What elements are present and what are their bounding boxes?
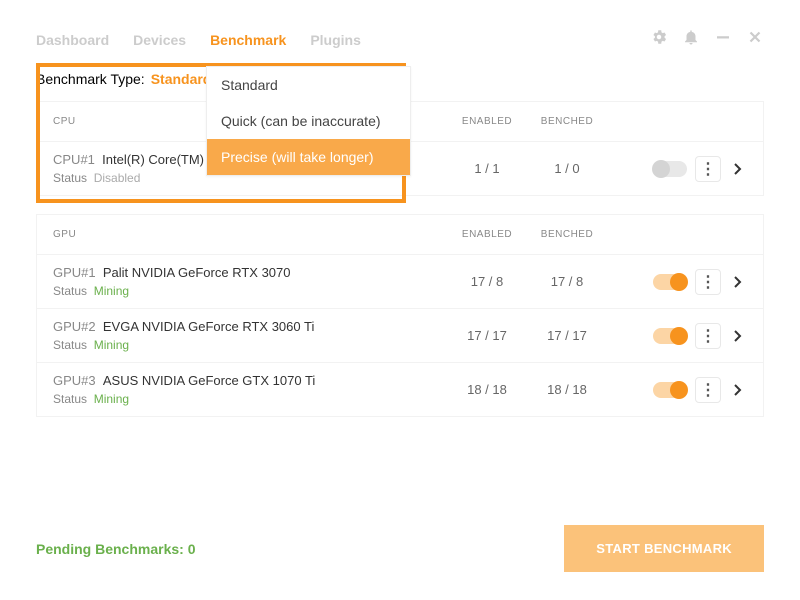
expand-icon[interactable] xyxy=(729,163,747,175)
status-value: Mining xyxy=(94,284,129,298)
device-menu-button[interactable]: ⋮ xyxy=(695,377,721,403)
device-menu-button[interactable]: ⋮ xyxy=(695,269,721,295)
benchmark-type-value[interactable]: Standard xyxy=(151,71,212,87)
device-id: GPU#3 xyxy=(53,373,96,388)
status-label: Status xyxy=(53,171,87,185)
status-value: Mining xyxy=(94,392,129,406)
benched-value: 18 / 18 xyxy=(527,382,607,397)
device-row-gpu3: GPU#3 ASUS NVIDIA GeForce GTX 1070 Ti St… xyxy=(36,363,764,417)
dropdown-option-precise[interactable]: Precise (will take longer) xyxy=(207,139,410,175)
device-id: CPU#1 xyxy=(53,152,95,167)
status-label: Status xyxy=(53,392,87,406)
tab-devices[interactable]: Devices xyxy=(133,32,186,48)
dropdown-option-quick[interactable]: Quick (can be inaccurate) xyxy=(207,103,410,139)
benched-value: 1 / 0 xyxy=(527,161,607,176)
status-label: Status xyxy=(53,338,87,352)
benchmark-type-label: Benchmark Type: xyxy=(36,71,145,87)
start-benchmark-button[interactable]: START BENCHMARK xyxy=(564,525,764,572)
benchmark-type-row: Benchmark Type: Standard Standard Quick … xyxy=(36,71,764,87)
topbar: Dashboard Devices Benchmark Plugins xyxy=(36,28,764,51)
status-value: Disabled xyxy=(94,171,141,185)
device-toggle[interactable] xyxy=(653,382,687,398)
gear-icon[interactable] xyxy=(650,28,668,51)
device-toggle[interactable] xyxy=(653,328,687,344)
device-id: GPU#2 xyxy=(53,319,96,334)
dropdown-option-standard[interactable]: Standard xyxy=(207,67,410,103)
enabled-value: 17 / 8 xyxy=(447,274,527,289)
expand-icon[interactable] xyxy=(729,276,747,288)
col-header-device: GPU xyxy=(53,229,447,240)
col-header-enabled: ENABLED xyxy=(447,116,527,127)
device-row-gpu1: GPU#1 Palit NVIDIA GeForce RTX 3070 Stat… xyxy=(36,255,764,309)
device-name: Palit NVIDIA GeForce RTX 3070 xyxy=(103,265,291,280)
device-name: Intel(R) Core(TM) i5 xyxy=(102,152,218,167)
tab-plugins[interactable]: Plugins xyxy=(310,32,361,48)
device-toggle[interactable] xyxy=(653,161,687,177)
tab-benchmark[interactable]: Benchmark xyxy=(210,32,286,48)
col-header-enabled: ENABLED xyxy=(447,229,527,240)
tab-dashboard[interactable]: Dashboard xyxy=(36,32,109,48)
pending-benchmarks: Pending Benchmarks: 0 xyxy=(36,541,196,557)
device-row-gpu2: GPU#2 EVGA NVIDIA GeForce RTX 3060 Ti St… xyxy=(36,309,764,363)
device-name: EVGA NVIDIA GeForce RTX 3060 Ti xyxy=(103,319,314,334)
col-header-benched: BENCHED xyxy=(527,116,607,127)
expand-icon[interactable] xyxy=(729,330,747,342)
enabled-value: 17 / 17 xyxy=(447,328,527,343)
status-value: Mining xyxy=(94,338,129,352)
benchmark-type-dropdown[interactable]: Standard Quick (can be inaccurate) Preci… xyxy=(206,66,411,176)
col-header-benched: BENCHED xyxy=(527,229,607,240)
tab-list: Dashboard Devices Benchmark Plugins xyxy=(36,32,361,48)
benched-value: 17 / 8 xyxy=(527,274,607,289)
close-icon[interactable] xyxy=(746,28,764,51)
gpu-section-header: GPU ENABLED BENCHED xyxy=(36,214,764,255)
enabled-value: 18 / 18 xyxy=(447,382,527,397)
bell-icon[interactable] xyxy=(682,28,700,51)
enabled-value: 1 / 1 xyxy=(447,161,527,176)
status-label: Status xyxy=(53,284,87,298)
benched-value: 17 / 17 xyxy=(527,328,607,343)
device-toggle[interactable] xyxy=(653,274,687,290)
device-menu-button[interactable]: ⋮ xyxy=(695,156,721,182)
device-name: ASUS NVIDIA GeForce GTX 1070 Ti xyxy=(103,373,315,388)
device-id: GPU#1 xyxy=(53,265,96,280)
expand-icon[interactable] xyxy=(729,384,747,396)
minimize-icon[interactable] xyxy=(714,28,732,51)
device-menu-button[interactable]: ⋮ xyxy=(695,323,721,349)
